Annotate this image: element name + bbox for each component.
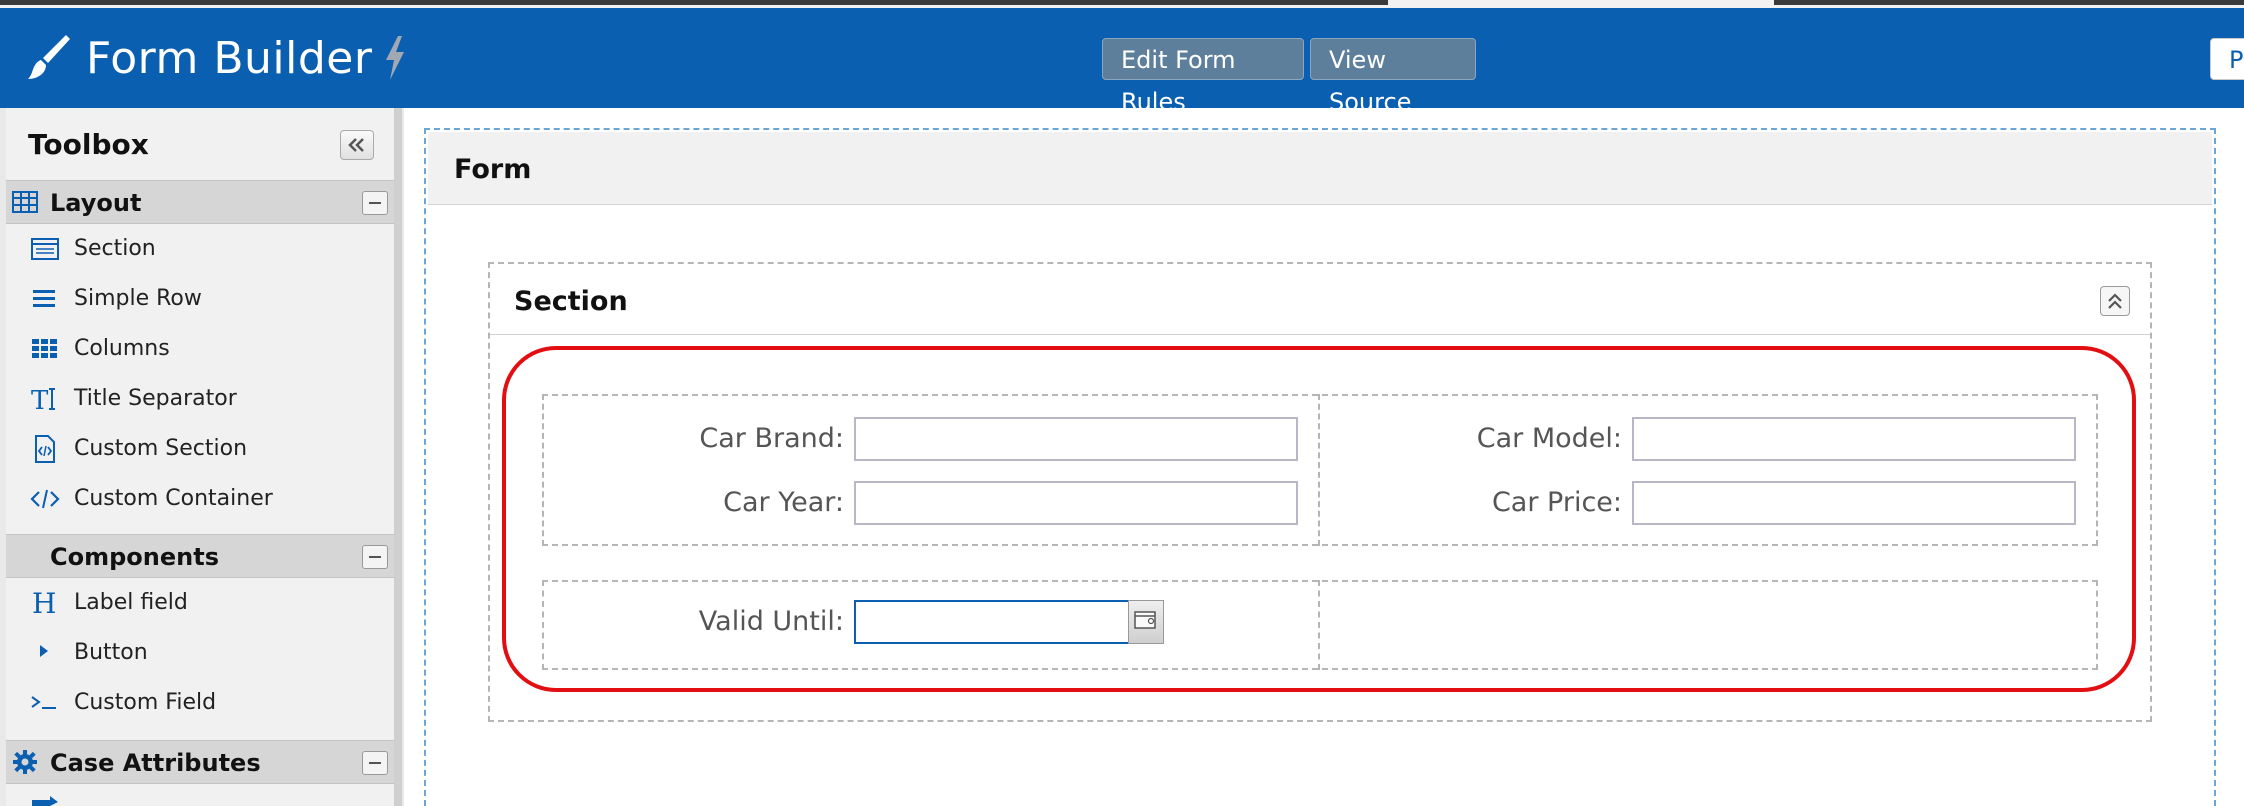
valid-until-label: Valid Until: xyxy=(698,606,844,637)
car-year-input[interactable] xyxy=(854,481,1298,525)
lightning-bolt-icon xyxy=(386,36,405,80)
toolbox-item-title-separator[interactable]: T Title Separator xyxy=(6,376,394,422)
collapse-components-button[interactable] xyxy=(362,545,388,569)
view-source-button[interactable]: View Source xyxy=(1310,38,1476,116)
date-picker-button[interactable] xyxy=(1128,600,1164,644)
toolbox-item-custom-container[interactable]: Custom Container xyxy=(6,476,394,522)
item-label-custom-field: Custom Field xyxy=(74,690,217,715)
brand: Form Builder xyxy=(26,30,408,86)
toolbox-group-case-attributes[interactable]: Case Attributes xyxy=(6,740,394,784)
toolbox-item-label-field[interactable]: H Label field xyxy=(6,580,394,626)
toolbox-item-section[interactable]: Section xyxy=(6,226,394,272)
toolbox-title: Toolbox xyxy=(28,128,149,161)
car-price-label: Car Price: xyxy=(1491,487,1622,518)
section-collapse-button[interactable] xyxy=(2100,286,2130,316)
item-label-title-separator: Title Separator xyxy=(74,386,237,411)
table-grid-icon xyxy=(12,191,38,213)
sidebar-resize-divider[interactable] xyxy=(396,108,402,806)
item-label-section: Section xyxy=(74,236,156,261)
form-header: Form xyxy=(428,132,2212,205)
top-strip-bar-left xyxy=(0,0,1388,5)
item-label-custom-container: Custom Container xyxy=(74,486,273,511)
toolbox-header: Toolbox xyxy=(6,108,394,178)
toolbox-item-button[interactable]: Button xyxy=(6,630,394,676)
car-model-label: Car Model: xyxy=(1476,423,1622,454)
section-list-icon xyxy=(31,238,59,260)
car-brand-input[interactable] xyxy=(854,417,1298,461)
app-header: Form Builder Edit Form Rules View Source… xyxy=(0,8,2244,116)
toolbox-group-layout[interactable]: Layout xyxy=(6,180,394,224)
heading-h-icon: H xyxy=(32,588,56,618)
calendar-icon xyxy=(1134,611,1156,629)
group-label-case-attributes: Case Attributes xyxy=(50,749,261,777)
item-label-label-field: Label field xyxy=(74,590,188,615)
caret-right-icon xyxy=(40,645,48,657)
toolbox-item-columns[interactable]: Columns xyxy=(6,326,394,372)
car-year-label: Car Year: xyxy=(723,487,844,518)
toolbox-item-custom-section[interactable]: Custom Section xyxy=(6,426,394,472)
title-text-icon: T xyxy=(31,386,55,414)
code-brackets-icon xyxy=(30,489,60,509)
group-label-components: Components xyxy=(50,543,219,571)
svg-text:H: H xyxy=(32,588,56,618)
row2-column-divider xyxy=(1318,580,1320,670)
toolbox-group-components[interactable]: Components xyxy=(6,534,394,578)
app-title: Form Builder xyxy=(86,32,373,84)
group-label-layout: Layout xyxy=(50,189,142,217)
edit-form-rules-button[interactable]: Edit Form Rules xyxy=(1102,38,1304,116)
collapse-layout-button[interactable] xyxy=(362,191,388,215)
item-label-button: Button xyxy=(74,640,148,665)
item-label-columns: Columns xyxy=(74,336,170,361)
collapse-case-attributes-button[interactable] xyxy=(362,751,388,775)
top-window-strip xyxy=(0,0,2244,8)
form-title: Form xyxy=(454,154,532,185)
row1-column-divider xyxy=(1318,394,1320,546)
arrow-right-icon xyxy=(32,796,58,806)
preview-button-partial[interactable]: P xyxy=(2210,38,2244,80)
paintbrush-icon xyxy=(28,35,70,79)
svg-text:T: T xyxy=(31,386,49,414)
item-label-simple-row: Simple Row xyxy=(74,286,202,311)
hamburger-rows-icon xyxy=(33,290,55,307)
top-strip-bar-right xyxy=(1774,0,2244,5)
double-chevron-left-icon xyxy=(348,138,364,152)
columns-grid-icon xyxy=(32,339,57,358)
section-header: Section xyxy=(490,264,2150,335)
collapse-toolbox-button[interactable] xyxy=(340,130,374,160)
toolbox-item-custom-field[interactable]: Custom Field xyxy=(6,680,394,726)
valid-until-date-input[interactable] xyxy=(854,600,1130,644)
car-price-input[interactable] xyxy=(1632,481,2076,525)
double-chevron-up-icon xyxy=(2108,293,2122,309)
terminal-prompt-icon xyxy=(31,696,56,709)
code-file-icon xyxy=(35,435,55,463)
car-brand-label: Car Brand: xyxy=(699,423,844,454)
gear-icon xyxy=(13,750,37,774)
toolbox-item-simple-row[interactable]: Simple Row xyxy=(6,276,394,322)
toolbox-sidebar: Toolbox Layout Section Simple Row Column… xyxy=(6,108,396,806)
car-model-input[interactable] xyxy=(1632,417,2076,461)
item-label-custom-section: Custom Section xyxy=(74,436,248,461)
section-title: Section xyxy=(514,286,628,317)
